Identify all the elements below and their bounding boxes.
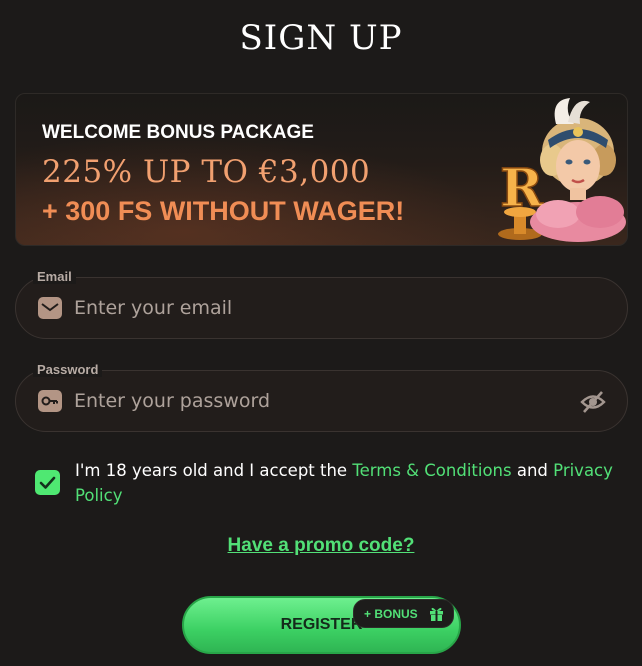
page-title: SIGN UP: [239, 18, 403, 58]
password-label: Password: [33, 362, 103, 377]
password-input[interactable]: [74, 385, 554, 417]
terms-link[interactable]: Terms & Conditions: [352, 461, 511, 480]
email-label: Email: [33, 269, 76, 284]
bonus-heading: WELCOME BONUS PACKAGE: [42, 122, 314, 143]
email-input[interactable]: [74, 292, 554, 324]
signup-page: SIGN UP WELCOME BONUS PACKAGE 225% UP TO…: [0, 0, 642, 666]
banner-glow: [16, 134, 496, 245]
welcome-bonus-banner: WELCOME BONUS PACKAGE 225% UP TO €3,000 …: [15, 93, 628, 246]
promo-code-link[interactable]: Have a promo code?: [0, 535, 642, 557]
consent-text-before: I'm 18 years old and I accept the: [75, 461, 353, 480]
age-terms-checkbox[interactable]: [35, 470, 60, 495]
bonus-extra: + 300 FS WITHOUT WAGER!: [42, 196, 405, 226]
key-icon: [38, 390, 62, 412]
envelope-icon: [38, 297, 62, 319]
eye-slash-icon[interactable]: [579, 388, 607, 416]
bonus-badge: + BONUS: [353, 599, 454, 628]
casino-mascot-image: R: [498, 98, 626, 242]
bonus-offer: 225% UP TO €3,000: [42, 154, 371, 190]
bonus-badge-label: + BONUS: [364, 607, 418, 621]
gift-icon: [430, 607, 443, 621]
password-field[interactable]: [15, 370, 628, 432]
email-field[interactable]: [15, 277, 628, 339]
checkmark-icon: [39, 476, 56, 489]
consent-text: I'm 18 years old and I accept the Terms …: [75, 458, 615, 508]
consent-text-middle: and: [511, 461, 554, 480]
promo-code-label[interactable]: Have a promo code?: [228, 535, 415, 556]
